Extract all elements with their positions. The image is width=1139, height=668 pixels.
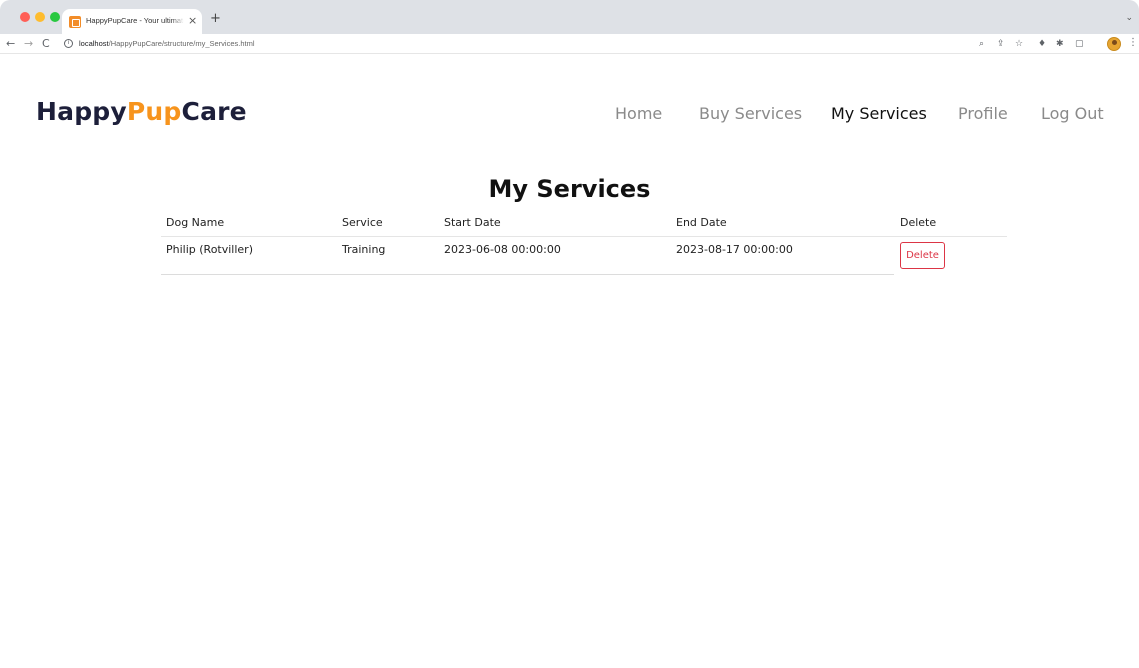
nav-buy-services[interactable]: Buy Services (699, 104, 802, 123)
cell-start-date: 2023-06-08 00:00:00 (444, 243, 561, 256)
site-favicon-icon (69, 16, 81, 28)
extension-icon[interactable]: ♦ (1038, 37, 1046, 51)
nav-log-out[interactable]: Log Out (1041, 104, 1104, 123)
close-window-button[interactable] (20, 12, 30, 22)
column-header-start-date: Start Date (444, 216, 501, 229)
profile-avatar-icon[interactable] (1107, 37, 1121, 51)
tab-close-icon[interactable]: × (188, 14, 197, 28)
table-row-divider (161, 274, 894, 275)
logo-part-happy: Happy (36, 97, 127, 126)
forward-arrow-icon[interactable]: → (24, 37, 33, 51)
new-tab-icon[interactable]: + (210, 12, 221, 25)
maximize-window-button[interactable] (50, 12, 60, 22)
delete-button[interactable]: Delete (900, 242, 945, 269)
extensions-puzzle-icon[interactable]: ✱ (1056, 37, 1064, 51)
bookmark-star-icon[interactable]: ☆ (1015, 37, 1023, 51)
share-icon[interactable]: ⇪ (997, 37, 1005, 51)
column-header-dog-name: Dog Name (166, 216, 225, 229)
browser-window: HappyPupCare - Your ultimate × + ⌄ ← → C… (0, 0, 1139, 668)
column-header-delete: Delete (900, 216, 937, 229)
tab-title: HappyPupCare - Your ultimate (86, 16, 184, 25)
column-header-end-date: End Date (676, 216, 727, 229)
cell-end-date: 2023-08-17 00:00:00 (676, 243, 793, 256)
cell-service: Training (342, 243, 386, 256)
tab-search-chevron-icon[interactable]: ⌄ (1125, 13, 1133, 23)
browser-toolbar: ← → C i localhost/HappyPupCare/structure… (0, 34, 1139, 54)
address-bar[interactable]: localhost/HappyPupCare/structure/my_Serv… (79, 39, 255, 48)
nav-home[interactable]: Home (615, 104, 662, 123)
cell-dog-name: Philip (Rotviller) (166, 243, 253, 256)
minimize-window-button[interactable] (35, 12, 45, 22)
side-panel-icon[interactable]: ▢ (1075, 37, 1084, 51)
site-info-icon[interactable]: i (64, 39, 73, 48)
browser-tab-active[interactable]: HappyPupCare - Your ultimate × (62, 9, 202, 34)
back-arrow-icon[interactable]: ← (6, 37, 15, 51)
reload-icon[interactable]: C (42, 37, 50, 51)
browser-menu-icon[interactable]: ⋮ (1128, 37, 1138, 48)
column-header-service: Service (342, 216, 383, 229)
url-host: localhost (79, 39, 109, 48)
nav-my-services[interactable]: My Services (831, 104, 927, 123)
nav-profile[interactable]: Profile (958, 104, 1008, 123)
url-path: /HappyPupCare/structure/my_Services.html (108, 39, 255, 48)
logo-part-care: Care (181, 97, 247, 126)
logo-part-pup: Pup (126, 97, 182, 126)
page-title: My Services (488, 175, 651, 203)
tab-bar: HappyPupCare - Your ultimate × + ⌄ (0, 0, 1139, 34)
zoom-icon[interactable]: ⌕ (979, 37, 984, 51)
site-logo[interactable]: HappyPupCare (36, 97, 247, 126)
table-header-divider (161, 236, 1007, 237)
